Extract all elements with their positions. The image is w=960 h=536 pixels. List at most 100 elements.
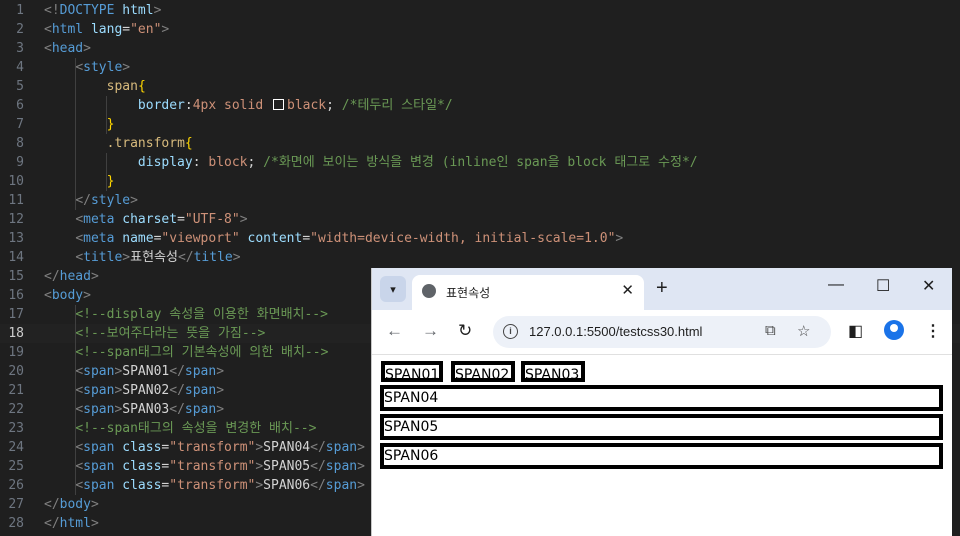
code-line[interactable]: 2 <html lang="en"> bbox=[0, 20, 960, 39]
code-token: span bbox=[83, 440, 115, 455]
kebab-menu-icon[interactable]: ⋮ bbox=[925, 321, 941, 341]
line-number: 23 bbox=[8, 421, 24, 436]
code-line[interactable]: 8 .transform{ bbox=[0, 134, 960, 153]
code-token: span bbox=[184, 383, 217, 398]
line-number: 5 bbox=[16, 79, 24, 94]
code-text: display: block; /*화면에 보이는 방식을 변경 (inline… bbox=[44, 153, 698, 172]
browser-tab[interactable]: 표현속성 ✕ bbox=[412, 275, 644, 310]
plus-icon[interactable]: + bbox=[656, 277, 668, 300]
code-token: "transform" bbox=[169, 440, 256, 455]
code-line[interactable]: 7 } bbox=[0, 115, 960, 134]
code-token: > bbox=[122, 60, 131, 75]
tab-strip: ▾ 표현속성 ✕ + — ☐ ✕ bbox=[372, 268, 952, 310]
code-text: span{ bbox=[44, 77, 146, 96]
code-text: <title>표현속성</title> bbox=[44, 248, 241, 267]
line-number: 16 bbox=[8, 288, 24, 303]
code-token: > bbox=[122, 250, 131, 265]
code-token: < bbox=[75, 383, 84, 398]
code-text: <!--보여주다라는 뜻을 가짐--> bbox=[44, 324, 265, 343]
code-text: } bbox=[44, 172, 115, 191]
url-text[interactable]: 127.0.0.1:5500/testcss30.html bbox=[529, 324, 702, 339]
code-line[interactable]: 5 span{ bbox=[0, 77, 960, 96]
code-token: = bbox=[122, 22, 131, 37]
code-token: meta bbox=[83, 231, 115, 246]
code-token: > bbox=[216, 383, 225, 398]
code-text: <head> bbox=[44, 39, 91, 58]
info-icon[interactable]: i bbox=[503, 324, 518, 339]
code-token: title bbox=[83, 250, 123, 265]
line-number: 7 bbox=[16, 117, 24, 132]
code-token: } bbox=[106, 174, 115, 189]
reload-icon[interactable]: ↻ bbox=[458, 321, 472, 341]
code-token: < bbox=[75, 231, 84, 246]
code-token: < bbox=[44, 22, 52, 37]
address-bar[interactable]: i 127.0.0.1:5500/testcss30.html ⧉ ☆ bbox=[493, 316, 831, 348]
code-line[interactable]: 11 </style> bbox=[0, 191, 960, 210]
minimize-icon[interactable]: — bbox=[828, 276, 844, 294]
code-token: 4px solid bbox=[192, 98, 271, 113]
close-window-icon[interactable]: ✕ bbox=[922, 276, 935, 296]
code-token: SPAN02 bbox=[122, 383, 170, 398]
indent-guide bbox=[106, 96, 107, 134]
code-token: > bbox=[83, 41, 91, 56]
code-line[interactable]: 12 <meta charset="UTF-8"> bbox=[0, 210, 960, 229]
code-token: </ bbox=[169, 383, 185, 398]
code-token: > bbox=[232, 250, 241, 265]
code-token: class bbox=[114, 440, 162, 455]
line-number: 10 bbox=[8, 174, 24, 189]
code-token: <! bbox=[44, 3, 60, 18]
line-number: 27 bbox=[8, 497, 24, 512]
code-text: </head> bbox=[44, 267, 99, 286]
side-panel-icon[interactable]: ◧ bbox=[848, 321, 863, 341]
code-line[interactable]: 10 } bbox=[0, 172, 960, 191]
code-token: SPAN06 bbox=[263, 478, 311, 493]
arrow-right-icon[interactable]: → bbox=[422, 321, 439, 341]
code-line[interactable]: 6 border:4px solid black; /*테두리 스타일*/ bbox=[0, 96, 960, 115]
code-token: > bbox=[255, 478, 264, 493]
code-token: span bbox=[83, 364, 115, 379]
browser-window: ▾ 표현속성 ✕ + — ☐ ✕ ← → ↻ i 127.0.0.1:5500/… bbox=[371, 268, 952, 536]
code-token: "transform" bbox=[169, 478, 256, 493]
maximize-icon[interactable]: ☐ bbox=[876, 276, 890, 296]
code-token: content bbox=[239, 231, 303, 246]
star-icon[interactable]: ☆ bbox=[797, 322, 810, 340]
line-number: 12 bbox=[8, 212, 24, 227]
code-token: </ bbox=[44, 516, 60, 531]
arrow-left-icon[interactable]: ← bbox=[386, 321, 403, 341]
code-line[interactable]: 4 <style> bbox=[0, 58, 960, 77]
code-line[interactable]: 1 <!DOCTYPE html> bbox=[0, 1, 960, 20]
code-text: <span>SPAN03</span> bbox=[44, 400, 224, 419]
close-icon[interactable]: ✕ bbox=[621, 281, 634, 299]
code-token: <!--display 속성을 이용한 화면배치--> bbox=[75, 307, 328, 322]
inline-span-2: SPAN02 bbox=[451, 361, 515, 383]
code-token: </ bbox=[44, 269, 60, 284]
code-token: </ bbox=[44, 497, 60, 512]
code-token: "width=device-width, initial-scale=1.0" bbox=[310, 231, 616, 246]
code-token: span bbox=[325, 440, 358, 455]
code-line[interactable]: 14 <title>표현속성</title> bbox=[0, 248, 960, 267]
code-token: title bbox=[193, 250, 233, 265]
code-token: > bbox=[615, 231, 624, 246]
code-line[interactable]: 13 <meta name="viewport" content="width=… bbox=[0, 229, 960, 248]
code-token: border bbox=[137, 98, 185, 113]
profile-icon[interactable] bbox=[884, 320, 904, 340]
code-token: : bbox=[192, 155, 209, 170]
code-token: span bbox=[184, 364, 217, 379]
indent-guide bbox=[75, 305, 76, 495]
code-token: </ bbox=[310, 440, 326, 455]
line-number: 8 bbox=[16, 136, 24, 151]
translate-icon[interactable]: ⧉ bbox=[765, 322, 776, 339]
inline-span-1: SPAN01 bbox=[381, 361, 443, 383]
code-token: > bbox=[90, 497, 99, 512]
code-line[interactable]: 9 display: block; /*화면에 보이는 방식을 변경 (inli… bbox=[0, 153, 960, 172]
code-text: </style> bbox=[44, 191, 138, 210]
code-token: </ bbox=[169, 364, 185, 379]
chevron-down-icon[interactable]: ▾ bbox=[380, 276, 406, 302]
code-line[interactable]: 3 <head> bbox=[0, 39, 960, 58]
